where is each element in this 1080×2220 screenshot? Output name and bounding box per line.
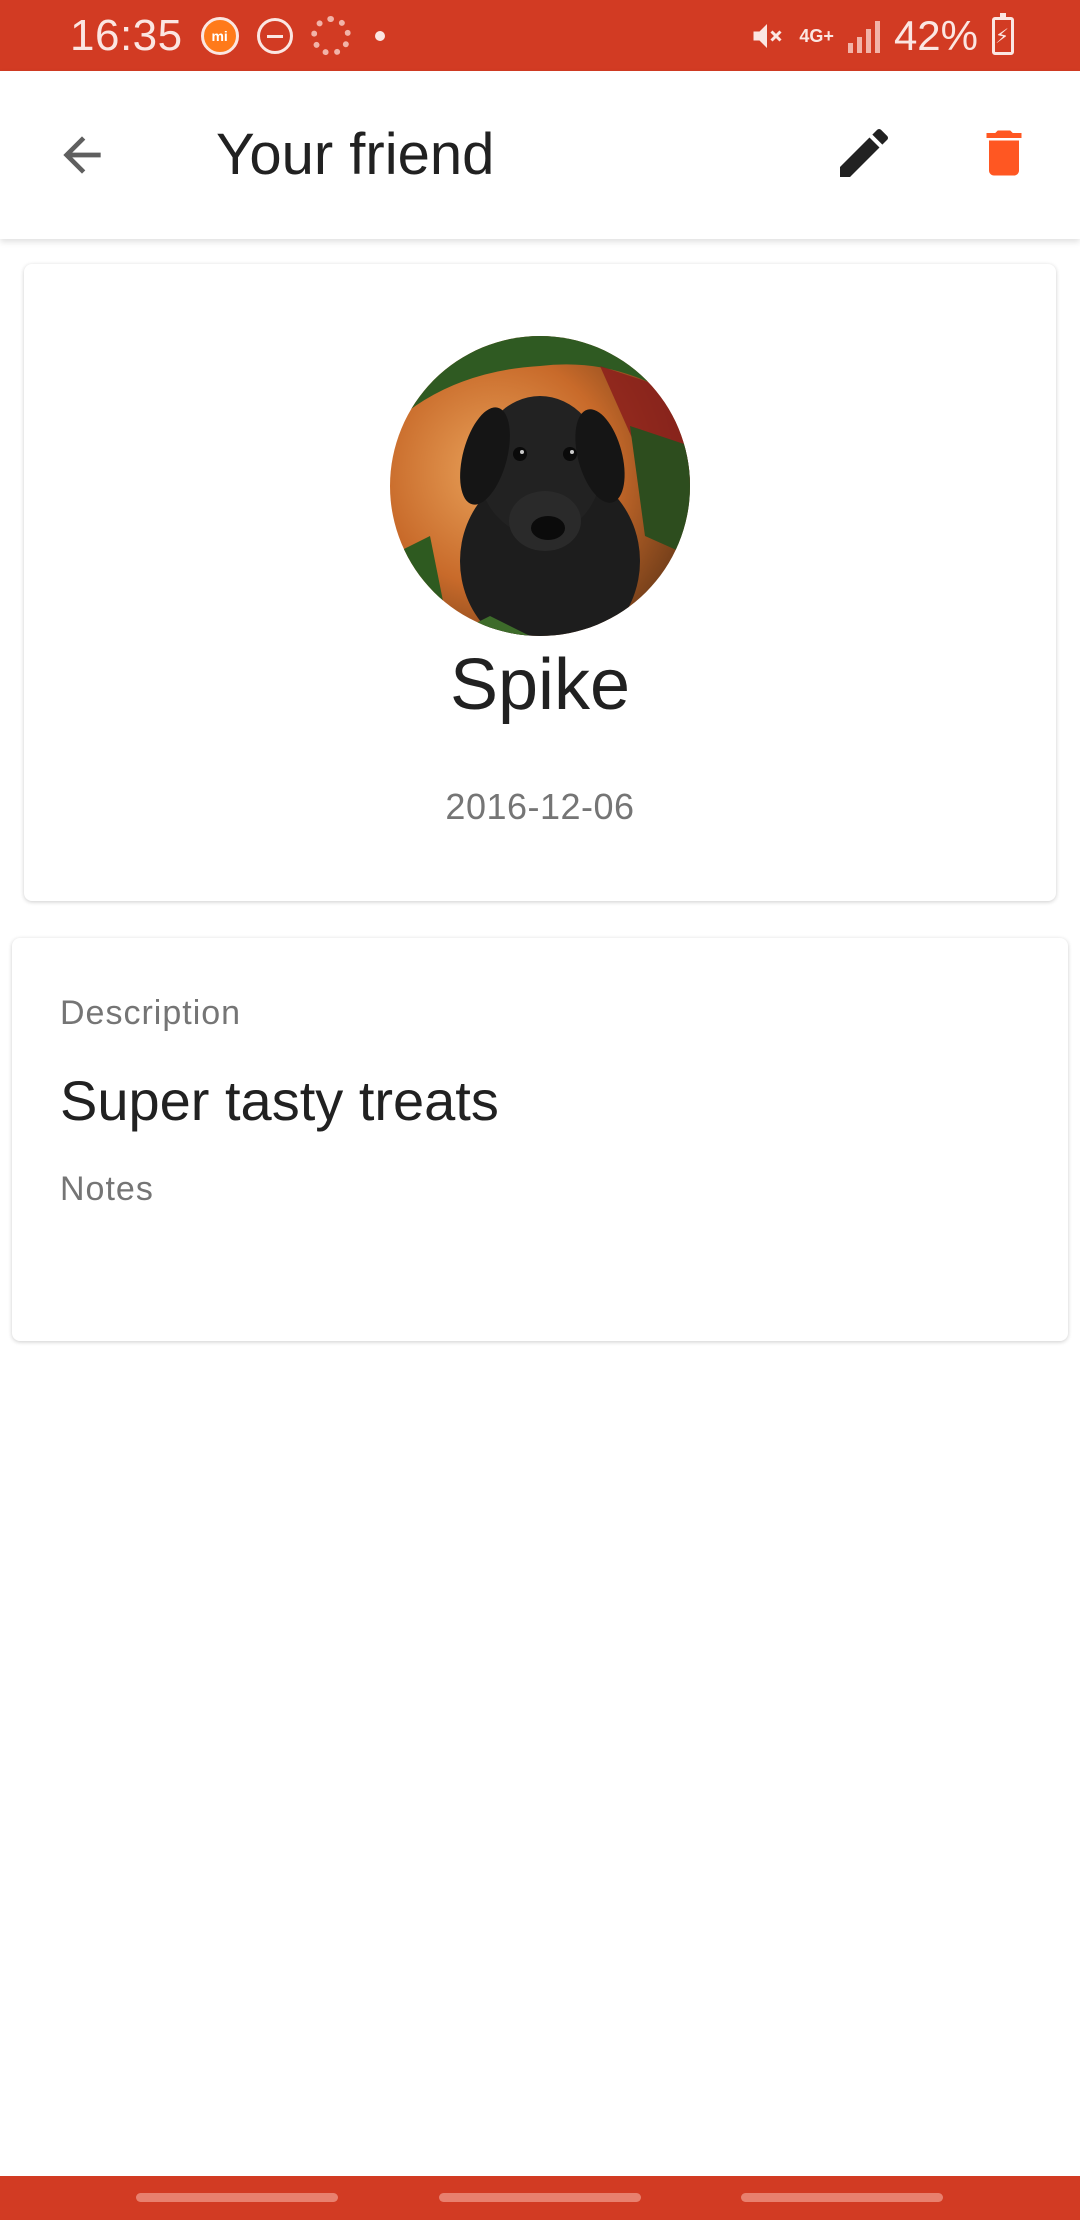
description-value: Super tasty treats xyxy=(60,1069,499,1132)
loading-ring-icon xyxy=(310,15,351,56)
status-bar: 16:35 mi 4G+ 42% xyxy=(0,0,1080,71)
profile-card: Spike 2016-12-06 xyxy=(24,264,1056,901)
app-bar: Your friend xyxy=(0,71,1080,239)
pencil-icon xyxy=(840,128,889,177)
trash-icon xyxy=(986,130,1022,176)
notification-dot-icon xyxy=(374,30,385,41)
network-type-icon: 4G+ xyxy=(799,25,834,46)
mi-app-icon: mi xyxy=(200,16,239,55)
pet-name: Spike xyxy=(449,645,631,725)
status-left: 16:35 mi xyxy=(70,0,385,71)
description-label: Description xyxy=(60,994,242,1032)
pet-birth-date: 2016-12-06 xyxy=(445,786,635,827)
navigation-bar xyxy=(0,2176,1080,2220)
battery-charging-icon xyxy=(992,12,1014,55)
status-right: 4G+ 42% xyxy=(749,0,1014,71)
mute-icon xyxy=(749,18,785,54)
notes-label: Notes xyxy=(60,1170,154,1208)
status-time: 16:35 xyxy=(70,10,183,60)
nav-home-pill[interactable] xyxy=(439,2193,641,2202)
arrow-back-icon xyxy=(63,136,101,174)
page-title: Your friend xyxy=(216,122,495,187)
pet-avatar[interactable] xyxy=(390,336,690,636)
do-not-disturb-icon xyxy=(256,17,293,54)
edit-button[interactable] xyxy=(830,119,898,187)
nav-back-pill[interactable] xyxy=(741,2193,943,2202)
back-button[interactable] xyxy=(50,123,114,187)
nav-recents-pill[interactable] xyxy=(136,2193,338,2202)
battery-percentage: 42% xyxy=(893,11,978,59)
delete-button[interactable] xyxy=(970,119,1038,187)
signal-strength-icon xyxy=(847,19,880,53)
details-card: Description Super tasty treats Notes xyxy=(12,938,1068,1341)
dog-photo xyxy=(390,336,690,636)
